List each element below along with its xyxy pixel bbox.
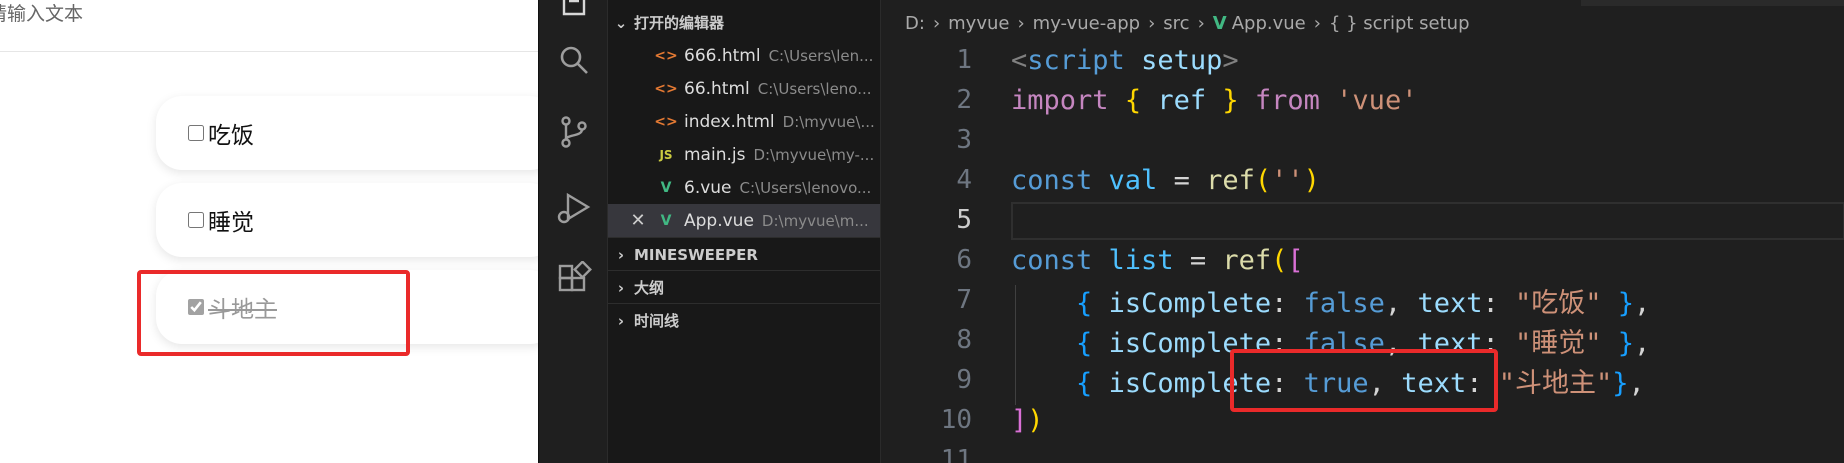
code-content: ]): [1011, 404, 1044, 436]
todo-item[interactable]: 吃饭: [156, 96, 538, 170]
file-path: D:\myvue\my-...: [753, 145, 875, 164]
chevron-down-icon: ⌄: [614, 13, 628, 32]
todo-checkbox[interactable]: [188, 125, 204, 141]
breadcrumb: D: › myvue › my-vue-app › src › V App.vue › { …: [905, 10, 1470, 36]
chevron-right-icon: ›: [1017, 12, 1025, 34]
line-number: 9: [956, 365, 972, 395]
js-file-icon: JS: [659, 147, 673, 162]
breadcrumb-item[interactable]: D:: [905, 13, 925, 34]
chevron-right-icon: ›: [932, 12, 941, 34]
line-number: 7: [956, 285, 972, 315]
todo-text: 睡觉: [208, 210, 254, 236]
file-path: C:\Users\lenovo...: [739, 178, 872, 197]
code-content: import { ref } from 'vue': [1011, 84, 1418, 116]
code-line[interactable]: 3: [881, 120, 1844, 160]
line-number: 5: [956, 205, 972, 235]
section-title: 打开的编辑器: [634, 14, 725, 32]
file-path: C:\Users\len...: [768, 46, 874, 65]
line-number: 6: [956, 245, 972, 275]
line-number: 3: [956, 125, 972, 155]
code-content: { isComplete: false, text: "吃饭" },: [1076, 287, 1651, 319]
outline-section-header[interactable]: › 大纲: [608, 271, 881, 304]
line-number: 10: [940, 405, 972, 435]
open-editor-item[interactable]: V 6.vue C:\Users\lenovo...: [608, 171, 881, 204]
code-line[interactable]: 6 const list = ref([: [881, 240, 1844, 280]
code-line-current[interactable]: 5: [881, 200, 1844, 240]
breadcrumb-item[interactable]: src: [1163, 13, 1189, 34]
chevron-right-icon: ›: [617, 245, 625, 264]
html-file-icon: <>: [654, 113, 678, 130]
html-file-icon: <>: [654, 47, 678, 64]
line-number: 4: [956, 165, 972, 195]
file-name: index.html: [684, 111, 775, 132]
open-editor-item[interactable]: <> index.html D:\myvue\...: [608, 105, 881, 138]
chevron-right-icon: ›: [1313, 12, 1321, 34]
close-icon[interactable]: ✕: [624, 210, 652, 231]
section-title: 时间线: [634, 312, 680, 330]
line-number: 1: [956, 45, 972, 75]
open-editor-item[interactable]: JS main.js D:\myvue\my-...: [608, 138, 881, 171]
file-path: D:\myvue\m...: [761, 211, 869, 230]
chevron-right-icon: ›: [1148, 12, 1156, 34]
file-name: 66.html: [684, 78, 750, 99]
vue-file-icon: V: [660, 179, 672, 196]
red-highlight-box: [137, 270, 410, 356]
explorer-icon[interactable]: [556, 0, 592, 22]
code-line[interactable]: 1 <script setup>: [881, 40, 1844, 80]
code-content: <script setup>: [1011, 44, 1239, 76]
tab-strip: [1581, 0, 1844, 6]
file-path: C:\Users\leno...: [757, 79, 872, 98]
code-line[interactable]: 2 import { ref } from 'vue': [881, 80, 1844, 120]
line-number: 2: [956, 85, 972, 115]
open-editors-header[interactable]: ⌄ 打开的编辑器: [608, 6, 881, 39]
todo-checkbox[interactable]: [188, 212, 204, 228]
code-editor[interactable]: D: › myvue › my-vue-app › src › V App.vue › { …: [880, 0, 1844, 463]
source-control-icon[interactable]: [556, 114, 592, 150]
chevron-right-icon: ›: [617, 311, 625, 330]
file-name: App.vue: [684, 210, 754, 231]
breadcrumb-item[interactable]: App.vue: [1232, 13, 1306, 34]
file-name: 666.html: [684, 45, 761, 66]
todo-text: 吃饭: [208, 123, 254, 149]
breadcrumb-item[interactable]: my-vue-app: [1033, 13, 1140, 34]
breadcrumb-item[interactable]: myvue: [948, 13, 1009, 34]
file-name: 6.vue: [684, 177, 732, 198]
code-line[interactable]: 4 const val = ref(''): [881, 160, 1844, 200]
code-line[interactable]: 11: [881, 440, 1844, 463]
file-name: main.js: [684, 144, 746, 165]
chevron-right-icon: ›: [617, 278, 625, 297]
search-bar: [0, 0, 538, 52]
code-content: const val = ref(''): [1011, 164, 1320, 196]
search-icon[interactable]: [556, 43, 592, 79]
file-path: D:\myvue\...: [782, 112, 875, 131]
minesweeper-section-header[interactable]: › MINESWEEPER: [608, 238, 881, 271]
code-line[interactable]: 7 { isComplete: false, text: "吃饭" },: [881, 280, 1844, 320]
search-input[interactable]: [0, 0, 528, 28]
vue-file-icon: V: [660, 212, 672, 229]
line-number: 8: [956, 325, 972, 355]
timeline-section-header[interactable]: › 时间线: [608, 304, 881, 337]
extensions-icon[interactable]: [556, 260, 592, 297]
todo-item[interactable]: 睡觉: [156, 183, 538, 257]
run-debug-icon[interactable]: [556, 190, 592, 226]
open-editor-item[interactable]: <> 66.html C:\Users\leno...: [608, 72, 881, 105]
red-highlight-box: [1230, 349, 1498, 412]
line-number: 11: [940, 445, 972, 463]
vue-file-icon: V: [1212, 12, 1227, 34]
breadcrumb-item[interactable]: { } script setup: [1329, 13, 1470, 34]
explorer-sidebar: ⌄ 打开的编辑器 <> 666.html C:\Users\len... <> …: [607, 0, 881, 463]
chevron-right-icon: ›: [1197, 12, 1205, 34]
code-content: const list = ref([: [1011, 244, 1304, 276]
html-file-icon: <>: [654, 80, 678, 97]
open-editor-item[interactable]: <> 666.html C:\Users\len...: [608, 39, 881, 72]
section-title: MINESWEEPER: [634, 245, 758, 264]
activity-bar: [538, 0, 607, 463]
open-editor-item-active[interactable]: ✕ V App.vue D:\myvue\m...: [608, 204, 881, 237]
section-title: 大纲: [634, 279, 665, 297]
todo-app-pane: 吃饭 睡觉 斗地主: [0, 0, 538, 463]
